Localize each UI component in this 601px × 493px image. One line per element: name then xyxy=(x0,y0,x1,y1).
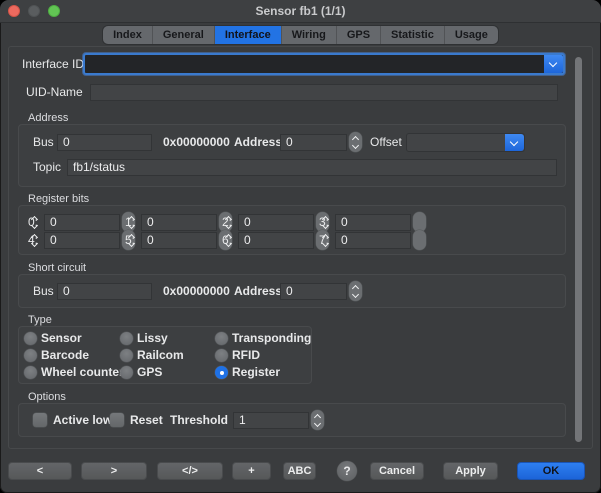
uid-name-field[interactable] xyxy=(90,84,558,101)
register-bit-2-field[interactable]: 0 xyxy=(238,214,314,231)
register-bit-1: 1: 0 xyxy=(125,212,232,232)
radio-sensor[interactable] xyxy=(24,332,37,345)
register-bit-7-field[interactable]: 0 xyxy=(335,232,411,249)
address-address-field[interactable]: 0 xyxy=(280,134,347,151)
cancel-button[interactable]: Cancel xyxy=(370,462,424,480)
address-group-title: Address xyxy=(28,112,68,124)
register-bit-6: 6: 0 xyxy=(222,230,329,250)
radio-lissy[interactable] xyxy=(120,332,133,345)
register-bit-5-field[interactable]: 0 xyxy=(141,232,217,249)
radio-barcode-label: Barcode xyxy=(41,347,89,364)
interface-id-label: Interface ID xyxy=(22,56,84,73)
address-bus-label: Bus xyxy=(33,134,54,151)
vertical-scrollbar-thumb[interactable] xyxy=(575,57,582,442)
options-group-title: Options xyxy=(28,391,66,403)
radio-transponding-label: Transponding xyxy=(232,330,311,347)
short-circuit-bus-field[interactable]: 0 xyxy=(57,283,152,300)
code-button[interactable]: </> xyxy=(157,462,223,480)
active-low-checkbox[interactable] xyxy=(33,413,47,427)
ok-button[interactable]: OK xyxy=(517,462,585,480)
tab-usage[interactable]: Usage xyxy=(445,26,498,44)
threshold-stepper-icon[interactable] xyxy=(311,410,324,430)
radio-rfid-label: RFID xyxy=(232,347,260,364)
reset-label: Reset xyxy=(130,412,163,429)
address-hex-value: 0x00000000 xyxy=(163,134,230,151)
radio-lissy-label: Lissy xyxy=(137,330,168,347)
tab-segmented-control: Index General Interface Wiring GPS Stati… xyxy=(103,26,498,44)
radio-wheel-counter-label: Wheel counter xyxy=(41,364,124,381)
address-offset-combobox[interactable] xyxy=(406,133,525,152)
register-bit-4: 4: 0 xyxy=(28,230,135,250)
address-offset-label: Offset xyxy=(370,134,402,151)
apply-button[interactable]: Apply xyxy=(443,462,498,480)
register-bit-0-field[interactable]: 0 xyxy=(44,214,120,231)
abc-button[interactable]: ABC xyxy=(283,462,316,480)
tab-interface[interactable]: Interface xyxy=(215,26,282,44)
short-circuit-address-stepper-icon[interactable] xyxy=(349,281,362,301)
register-bits-group-title: Register bits xyxy=(28,193,89,205)
register-bit-5: 5: 0 xyxy=(125,230,232,250)
sensor-dialog-window: Sensor fb1 (1/1) Index General Interface… xyxy=(0,0,601,493)
register-bit-6-field[interactable]: 0 xyxy=(238,232,314,249)
radio-gps-label: GPS xyxy=(137,364,162,381)
active-low-label: Active low xyxy=(53,412,112,429)
address-address-stepper-icon[interactable] xyxy=(349,132,362,152)
register-bit-3-stepper-icon[interactable] xyxy=(413,212,426,232)
radio-railcom[interactable] xyxy=(120,349,133,362)
register-bit-3-field[interactable]: 0 xyxy=(335,214,411,231)
register-bit-0: 0: 0 xyxy=(28,212,135,232)
short-circuit-bus-label: Bus xyxy=(33,283,54,300)
chevron-down-icon[interactable] xyxy=(544,55,563,73)
short-circuit-group-title: Short circuit xyxy=(28,262,86,274)
radio-barcode[interactable] xyxy=(24,349,37,362)
short-circuit-address-field[interactable]: 0 xyxy=(280,283,347,300)
help-button[interactable]: ? xyxy=(337,461,357,481)
register-bit-2: 2: 0 xyxy=(222,212,329,232)
address-address-label: Address xyxy=(234,134,282,151)
type-group-title: Type xyxy=(28,314,52,326)
radio-gps[interactable] xyxy=(120,366,133,379)
radio-sensor-label: Sensor xyxy=(41,330,82,347)
uid-name-label: UID-Name xyxy=(26,84,83,101)
short-circuit-hex-value: 0x00000000 xyxy=(163,283,230,300)
address-topic-label: Topic xyxy=(33,159,61,176)
title-bar: Sensor fb1 (1/1) xyxy=(0,0,601,23)
add-button[interactable]: + xyxy=(232,462,271,480)
interface-id-combobox[interactable] xyxy=(83,53,565,75)
radio-railcom-label: Railcom xyxy=(137,347,184,364)
radio-rfid[interactable] xyxy=(215,349,228,362)
register-bit-1-field[interactable]: 0 xyxy=(141,214,217,231)
tab-gps[interactable]: GPS xyxy=(337,26,381,44)
short-circuit-address-label: Address xyxy=(234,283,282,300)
radio-wheel-counter[interactable] xyxy=(24,366,37,379)
prev-button[interactable]: < xyxy=(8,462,72,480)
address-topic-field[interactable]: fb1/status xyxy=(67,159,557,176)
register-bit-7-stepper-icon[interactable] xyxy=(413,230,426,250)
reset-checkbox[interactable] xyxy=(110,413,124,427)
radio-register-label: Register xyxy=(232,364,280,381)
register-bit-7: 7: 0 xyxy=(319,230,426,250)
threshold-label: Threshold xyxy=(170,412,228,429)
radio-register[interactable] xyxy=(215,366,228,379)
tab-general[interactable]: General xyxy=(153,26,215,44)
chevron-down-icon[interactable] xyxy=(505,134,524,151)
register-bit-4-field[interactable]: 0 xyxy=(44,232,120,249)
next-button[interactable]: > xyxy=(81,462,147,480)
window-title: Sensor fb1 (1/1) xyxy=(0,0,601,22)
register-bit-3: 3: 0 xyxy=(319,212,426,232)
address-bus-field[interactable]: 0 xyxy=(57,134,152,151)
threshold-field[interactable]: 1 xyxy=(233,412,309,429)
tab-bar: Index General Interface Wiring GPS Stati… xyxy=(0,26,601,44)
radio-transponding[interactable] xyxy=(215,332,228,345)
tab-index[interactable]: Index xyxy=(103,26,153,44)
tab-wiring[interactable]: Wiring xyxy=(282,26,337,44)
tab-statistic[interactable]: Statistic xyxy=(381,26,445,44)
